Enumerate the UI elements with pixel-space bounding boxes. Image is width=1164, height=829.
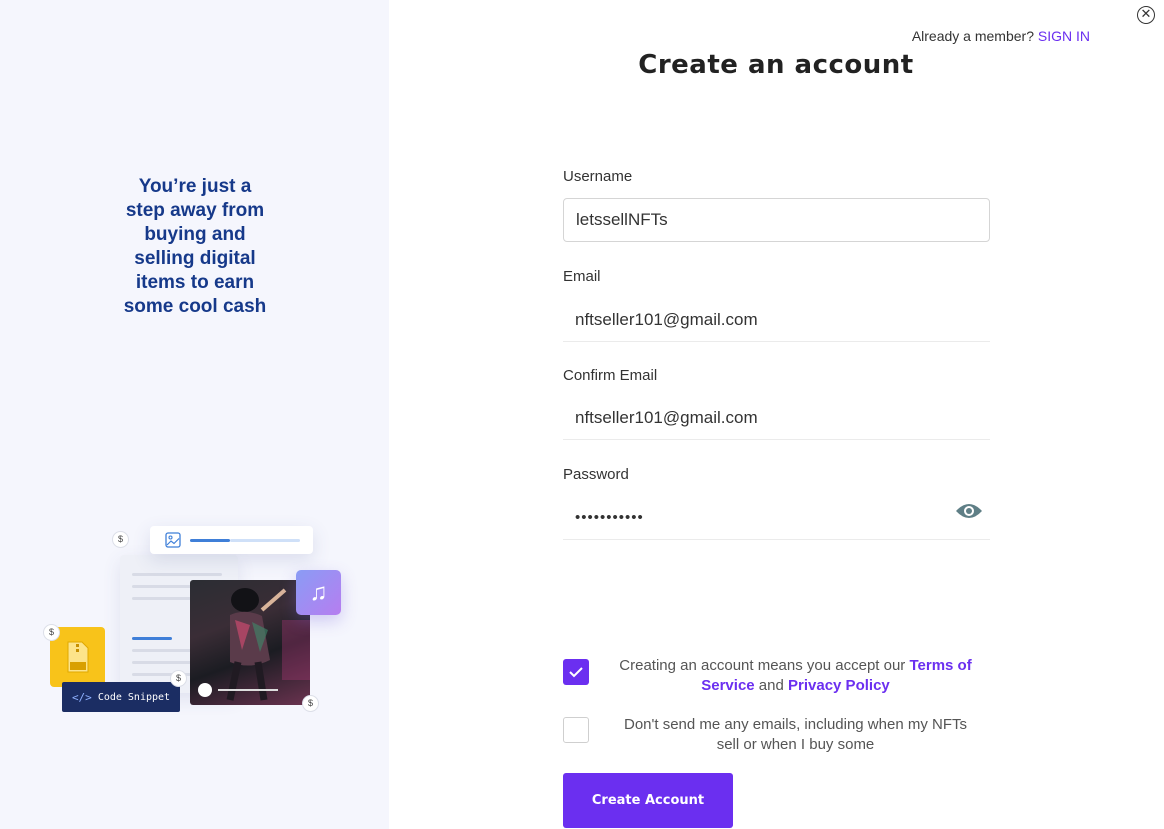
dollar-badge-icon: $ (170, 670, 187, 687)
dollar-badge-icon: $ (43, 624, 60, 641)
terms-checkbox[interactable] (563, 659, 589, 685)
promo-panel: You’re just a step away from buying and … (0, 0, 389, 829)
confirm-email-input[interactable] (563, 396, 990, 440)
terms-text: Creating an account means you accept our… (598, 656, 993, 696)
page-title: Create an account (638, 50, 914, 80)
eye-icon[interactable] (955, 502, 983, 525)
password-label: Password (563, 466, 629, 483)
terms-and: and (754, 677, 789, 694)
play-icon (198, 683, 212, 697)
password-input[interactable] (563, 496, 990, 540)
username-input[interactable] (563, 198, 990, 242)
terms-prefix: Creating an account means you accept our (619, 657, 910, 674)
username-label: Username (563, 168, 633, 185)
close-icon: ✕ (1140, 6, 1152, 21)
confirm-email-label: Confirm Email (563, 367, 658, 384)
code-icon: </> (71, 690, 92, 704)
email-input[interactable] (563, 298, 990, 342)
create-account-button[interactable]: Create Account (563, 773, 733, 828)
video-thumbnail (190, 580, 310, 705)
image-card (150, 526, 313, 554)
privacy-policy-link[interactable]: Privacy Policy (788, 677, 890, 694)
close-button[interactable]: ✕ (1137, 6, 1155, 24)
checkmark-icon (569, 667, 583, 678)
no-emails-text: Don't send me any emails, including when… (623, 716, 967, 753)
promo-tagline: You’re just a step away from buying and … (123, 176, 267, 317)
code-snippet-label: Code Snippet (97, 691, 171, 703)
no-emails-checkbox[interactable] (563, 717, 589, 743)
email-label: Email (563, 268, 601, 285)
dollar-badge-icon: $ (302, 695, 319, 712)
image-icon (165, 532, 181, 548)
code-snippet-card: </> Code Snippet (62, 682, 180, 712)
dollar-badge-icon: $ (112, 531, 129, 548)
member-prompt-text: Already a member? (911, 28, 1034, 44)
music-note-icon: ♫ (296, 570, 341, 615)
promo-illustration: ♫ </> Code Snippet $ $ $ $ (40, 520, 360, 730)
signin-prompt: Already a member? SIGN IN (850, 28, 1090, 44)
signin-link[interactable]: SIGN IN (1038, 28, 1090, 44)
